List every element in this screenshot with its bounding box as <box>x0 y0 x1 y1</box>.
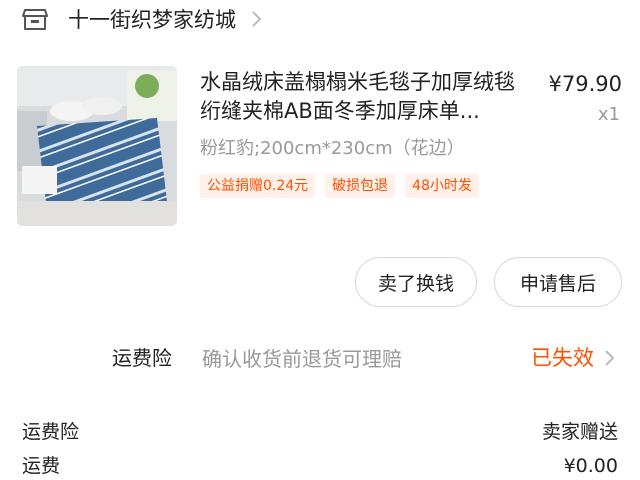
product-tags: 公益捐赠0.24元 破损包退 48小时发 <box>200 174 479 198</box>
product-title[interactable]: 水晶绒床盖榻榻米毛毯子加厚绒毯绗缝夹棉AB面冬季加厚床单... <box>200 68 525 126</box>
product-price: ¥79.90 <box>548 72 622 96</box>
product-sku: 粉红豹;200cm*230cm（花边） <box>200 138 465 159</box>
store-icon <box>22 9 48 30</box>
chevron-right-icon <box>252 11 262 27</box>
bed-blanket-product-photo <box>17 66 177 226</box>
tag-48h-ship: 48小时发 <box>405 174 479 198</box>
insurance-description: 确认收货前退货可理赔 <box>202 347 402 371</box>
resell-button[interactable]: 卖了换钱 <box>355 257 477 307</box>
insurance-status[interactable]: 已失效 <box>531 344 594 372</box>
chevron-right-icon[interactable] <box>603 347 617 369</box>
insurance-label: 运费险 <box>112 346 172 370</box>
product-quantity: x1 <box>597 104 620 125</box>
tag-damage-return: 破损包退 <box>325 174 396 198</box>
fee-value: 卖家赠送 <box>541 421 618 443</box>
fee-label: 运费 <box>22 455 61 477</box>
shop-header[interactable]: 十一街织梦家纺城 <box>0 0 640 40</box>
fee-value: ¥0.00 <box>563 455 618 477</box>
shop-name[interactable]: 十一街织梦家纺城 <box>68 6 236 34</box>
product-image[interactable] <box>17 66 177 226</box>
order-detail-page: 十一街织梦家纺城 水晶绒床盖榻榻米毛毯子加厚绒毯绗缝夹棉AB面冬季加厚床单...… <box>0 0 640 480</box>
fee-label: 运费险 <box>22 421 80 443</box>
apply-aftersale-button[interactable]: 申请售后 <box>494 257 622 307</box>
tag-charity: 公益捐赠0.24元 <box>200 174 316 198</box>
